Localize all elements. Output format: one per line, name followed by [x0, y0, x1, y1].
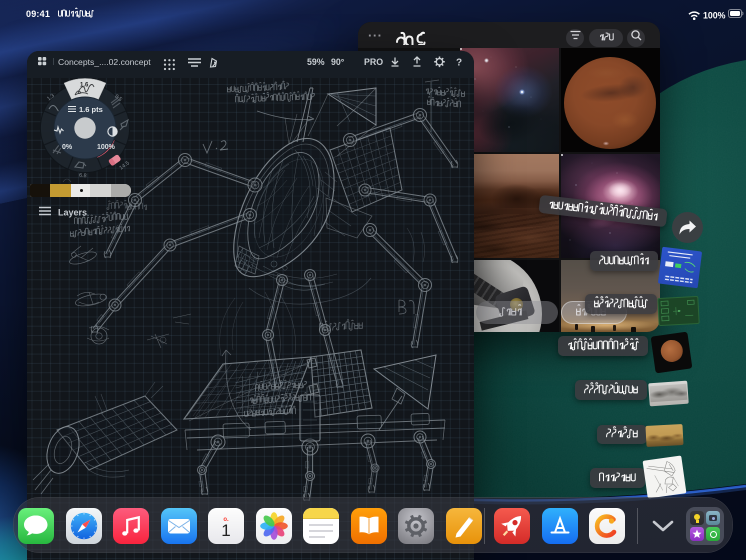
- svg-text:Layers: Layers: [58, 208, 87, 218]
- svg-text:14.5: 14.5: [119, 161, 131, 172]
- svg-text:0%: 0%: [62, 144, 73, 151]
- svg-text:Concepts_....02.concept: Concepts_....02.concept: [58, 57, 151, 67]
- svg-text:6.8: 6.8: [79, 173, 87, 180]
- svg-text:1: 1: [221, 521, 230, 540]
- svg-text:1.6 pts: 1.6 pts: [79, 105, 103, 114]
- svg-text:?: ?: [456, 58, 462, 69]
- svg-text:59%: 59%: [307, 57, 325, 67]
- svg-text:90°: 90°: [331, 57, 345, 67]
- svg-text:PRO: PRO: [364, 57, 383, 67]
- svg-text:100%: 100%: [703, 11, 726, 21]
- svg-text:100%: 100%: [97, 144, 116, 151]
